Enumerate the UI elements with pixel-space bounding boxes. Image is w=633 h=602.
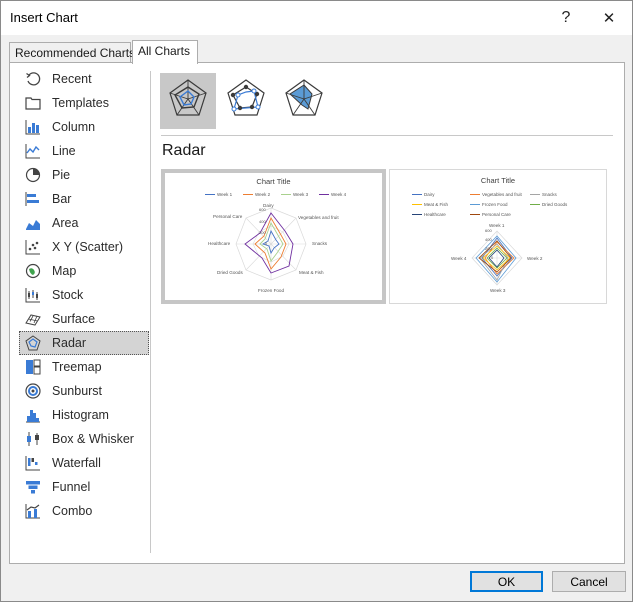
subtype-radar-with-markers[interactable] xyxy=(218,73,274,129)
sidebar-item-label: Recent xyxy=(52,72,92,86)
vertical-divider xyxy=(150,71,151,553)
templates-icon xyxy=(24,94,42,112)
stock-chart-icon xyxy=(24,286,42,304)
radar-tick-label: 600 xyxy=(259,207,266,212)
sidebar-item-label: Histogram xyxy=(52,408,109,422)
line-chart-icon xyxy=(24,142,42,160)
sidebar-item-radar[interactable]: Radar xyxy=(19,331,149,355)
filled-radar-icon xyxy=(282,77,326,126)
chart-preview-1[interactable]: Chart Title Week 1 Week 2 Week 3 Week 4 … xyxy=(161,169,386,304)
radar-tick-label: 400 xyxy=(485,237,492,242)
sidebar-item-templates[interactable]: Templates xyxy=(19,91,149,115)
sidebar-item-funnel[interactable]: Funnel xyxy=(19,475,149,499)
sidebar-item-label: Line xyxy=(52,144,76,158)
sidebar-item-label: Waterfall xyxy=(52,456,101,470)
radar-icon xyxy=(166,77,210,126)
box-whisker-icon xyxy=(24,430,42,448)
sidebar-item-column[interactable]: Column xyxy=(19,115,149,139)
ok-button[interactable]: OK xyxy=(470,571,543,592)
combo-chart-icon xyxy=(24,502,42,520)
tab-recommended-charts[interactable]: Recommended Charts xyxy=(9,42,135,63)
sidebar-item-label: Combo xyxy=(52,504,93,518)
sidebar-item-treemap[interactable]: Treemap xyxy=(19,355,149,379)
radar-axis-label: Snacks xyxy=(312,241,328,246)
column-chart-icon xyxy=(24,118,42,136)
sunburst-icon xyxy=(24,382,42,400)
sidebar-item-label: Column xyxy=(52,120,96,134)
sidebar-item-line[interactable]: Line xyxy=(19,139,149,163)
radar-tick-label: 400 xyxy=(259,219,266,224)
chart-preview-2[interactable]: Chart Title Dairy Vegetables and fruit S… xyxy=(389,169,607,304)
sidebar-item-surface[interactable]: Surface xyxy=(19,307,149,331)
radar-axis-label: Personal Care xyxy=(213,214,243,219)
radar-axis-label: Healthcare xyxy=(208,241,231,246)
sidebar-item-recent[interactable]: Recent xyxy=(19,67,149,91)
sidebar-item-label: Treemap xyxy=(52,360,102,374)
sidebar-item-histogram[interactable]: Histogram xyxy=(19,403,149,427)
sidebar-item-label: Map xyxy=(52,264,77,278)
recent-icon xyxy=(24,70,42,88)
radar-axis-label: Week 2 xyxy=(527,256,543,261)
sidebar-item-scatter[interactable]: X Y (Scatter) xyxy=(19,235,149,259)
subtype-filled-radar[interactable] xyxy=(276,73,332,129)
dialog-title: Insert Chart xyxy=(10,10,78,25)
sidebar-item-label: Surface xyxy=(52,312,96,326)
horizontal-divider xyxy=(161,135,613,136)
treemap-icon xyxy=(24,358,42,376)
tab-content: Recent Templates Column Line Pie Bar Are… xyxy=(9,62,625,564)
waterfall-icon xyxy=(24,454,42,472)
close-button[interactable]: ✕ xyxy=(595,5,623,31)
sidebar-item-label: Radar xyxy=(52,336,87,350)
sidebar-item-label: Box & Whisker xyxy=(52,432,134,446)
area-chart-icon xyxy=(24,214,42,232)
sidebar-item-label: Bar xyxy=(52,192,72,206)
sidebar-item-label: Templates xyxy=(52,96,109,110)
help-button[interactable]: ? xyxy=(552,5,580,31)
radar-tick-label: 200 xyxy=(485,246,492,251)
surface-chart-icon xyxy=(24,310,42,328)
preview-radar-plot xyxy=(235,207,307,281)
sidebar-item-box-whisker[interactable]: Box & Whisker xyxy=(19,427,149,451)
scatter-chart-icon xyxy=(24,238,42,256)
map-chart-icon xyxy=(24,262,42,280)
radar-chart-icon xyxy=(24,334,42,352)
sidebar-item-label: Pie xyxy=(52,168,71,182)
sidebar-item-label: X Y (Scatter) xyxy=(52,240,124,254)
cancel-button[interactable]: Cancel xyxy=(552,571,626,592)
sidebar-item-area[interactable]: Area xyxy=(19,211,149,235)
sidebar-item-bar[interactable]: Bar xyxy=(19,187,149,211)
radar-tick-label: 200 xyxy=(259,230,266,235)
radar-with-markers-icon xyxy=(224,77,268,126)
section-title: Radar xyxy=(162,142,206,159)
title-bar: Insert Chart ? ✕ xyxy=(1,1,632,35)
subtype-radar[interactable] xyxy=(160,73,216,129)
radar-axis-label: Dried Goods xyxy=(217,270,243,275)
sidebar-item-label: Area xyxy=(52,216,79,230)
sidebar-item-label: Sunburst xyxy=(52,384,103,398)
sidebar-item-pie[interactable]: Pie xyxy=(19,163,149,187)
radar-tick-label: 0 xyxy=(491,255,494,260)
radar-axis-label: Frozen Food xyxy=(258,288,285,293)
tab-all-charts[interactable]: All Charts xyxy=(132,40,198,64)
sidebar-item-stock[interactable]: Stock xyxy=(19,283,149,307)
radar-tick-label: 600 xyxy=(485,228,492,233)
sidebar-item-map[interactable]: Map xyxy=(19,259,149,283)
funnel-icon xyxy=(24,478,42,496)
radar-tick-label: 0 xyxy=(265,241,268,246)
radar-axis-label: Week 3 xyxy=(490,288,506,293)
insert-chart-dialog: Insert Chart ? ✕ Recommended Charts All … xyxy=(0,0,633,602)
sidebar-item-label: Funnel xyxy=(52,480,91,494)
sidebar-item-combo[interactable]: Combo xyxy=(19,499,149,523)
bar-chart-icon xyxy=(24,190,42,208)
chart-type-list: Recent Templates Column Line Pie Bar Are… xyxy=(19,67,149,523)
radar-axis-label: Meat & Fish xyxy=(299,270,324,275)
histogram-icon xyxy=(24,406,42,424)
pie-chart-icon xyxy=(24,166,42,184)
radar-axis-label: Vegetables and fruit xyxy=(298,215,339,220)
preview-radar-plot xyxy=(471,230,523,286)
sidebar-item-sunburst[interactable]: Sunburst xyxy=(19,379,149,403)
radar-axis-label: Week 4 xyxy=(451,256,467,261)
sidebar-item-label: Stock xyxy=(52,288,84,302)
sidebar-item-waterfall[interactable]: Waterfall xyxy=(19,451,149,475)
